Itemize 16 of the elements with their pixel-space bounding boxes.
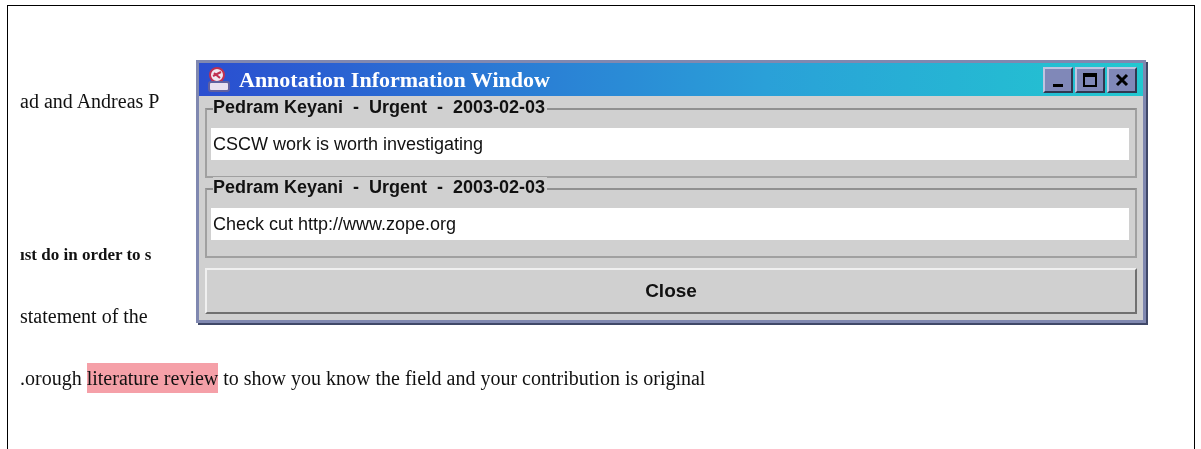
annotation-text-field[interactable]: Check cut http://www.zope.org bbox=[211, 208, 1129, 240]
document-text: ad and Andreas P bbox=[20, 90, 160, 113]
annotation-text-field[interactable]: CSCW work is worth investigating bbox=[211, 128, 1129, 160]
minimize-button[interactable] bbox=[1043, 66, 1073, 93]
app-icon bbox=[205, 65, 233, 94]
annotation-header: Pedram Keyani - Urgent - 2003-02-03 bbox=[213, 97, 548, 118]
close-button[interactable] bbox=[1107, 66, 1137, 93]
minimize-icon bbox=[1053, 84, 1063, 87]
annotation-header: Pedram Keyani - Urgent - 2003-02-03 bbox=[213, 177, 548, 198]
window-title: Annotation Information Window bbox=[239, 66, 550, 93]
document-text: ıst do in order to s bbox=[20, 245, 152, 265]
maximize-icon bbox=[1082, 71, 1098, 88]
close-icon bbox=[1114, 71, 1130, 88]
maximize-button[interactable] bbox=[1075, 66, 1105, 93]
close-button[interactable]: Close bbox=[205, 268, 1137, 314]
document-text: statement of the bbox=[20, 305, 148, 328]
